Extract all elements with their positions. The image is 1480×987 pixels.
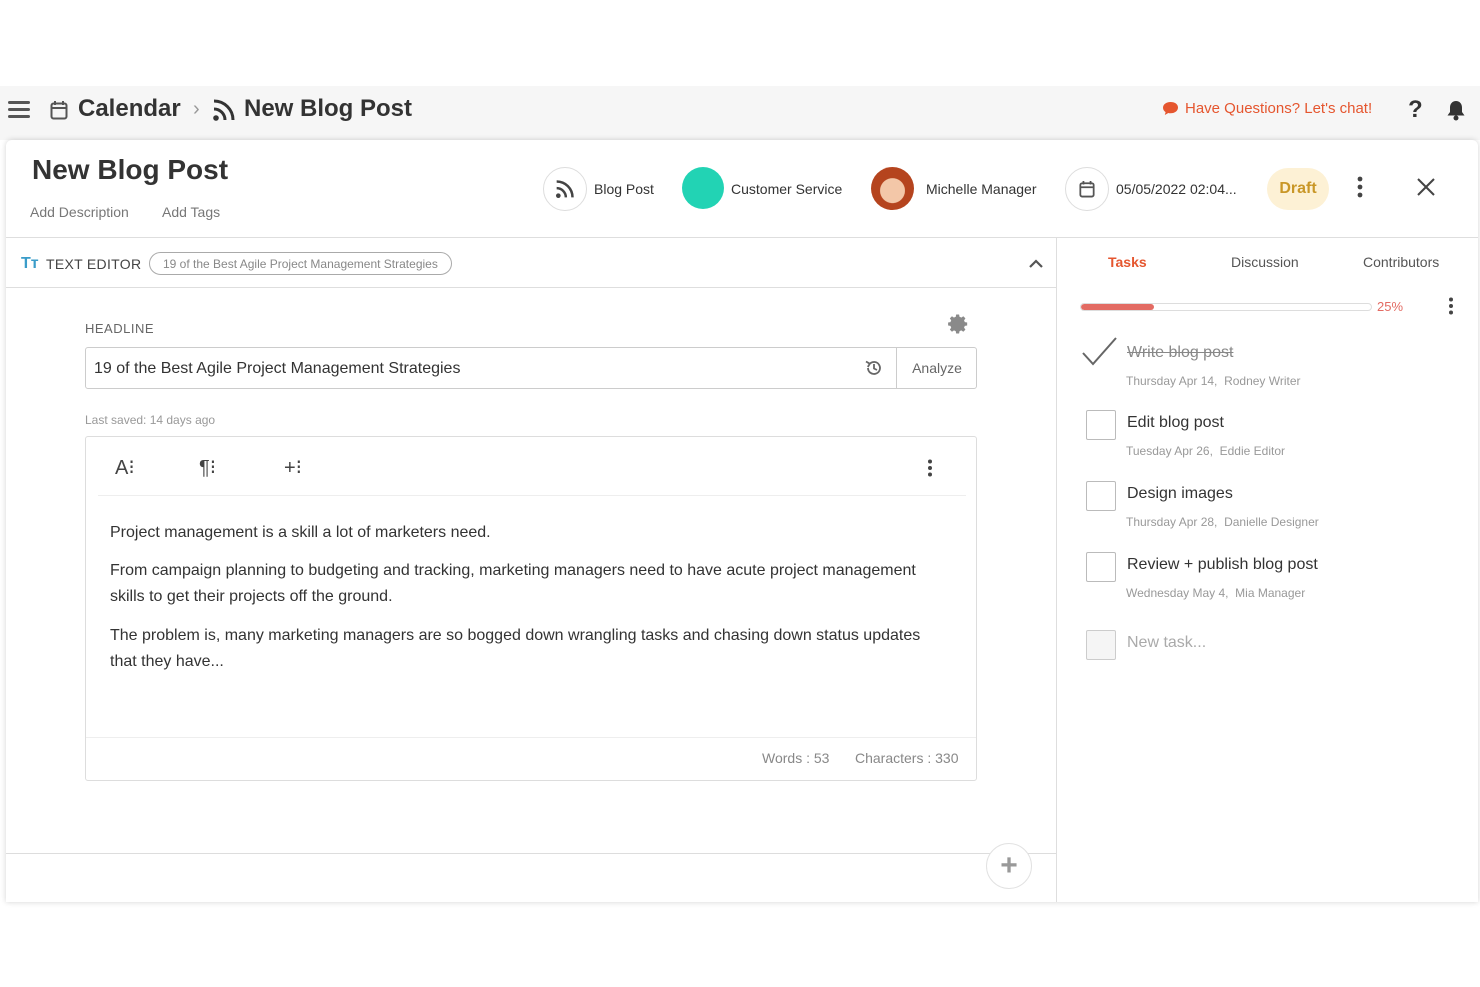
checkmark-icon[interactable] (1080, 336, 1120, 375)
task-checkbox[interactable] (1086, 481, 1116, 511)
panel-more-icon[interactable] (1448, 297, 1454, 320)
tab-discussion[interactable]: Discussion (1231, 254, 1299, 270)
task-title[interactable]: Design images (1127, 485, 1233, 503)
hamburger-menu-icon[interactable] (8, 101, 30, 119)
text-style-button[interactable]: A⁝ (115, 455, 135, 480)
divider (86, 737, 976, 738)
page-title[interactable]: New Blog Post (32, 154, 228, 186)
new-task-checkbox (1086, 630, 1116, 660)
status-badge[interactable]: Draft (1267, 168, 1329, 210)
task-item[interactable]: Design images Thursday Apr 28, Danielle … (1086, 481, 1446, 541)
tab-contributors[interactable]: Contributors (1363, 254, 1439, 270)
analyze-button[interactable]: Analyze (897, 348, 977, 388)
task-progress-bar (1080, 303, 1372, 311)
date-label[interactable]: 05/05/2022 02:04... (1116, 181, 1237, 197)
text-size-icon: Tт (21, 255, 39, 272)
owner-label[interactable]: Michelle Manager (926, 181, 1037, 197)
word-count: Words : 53 (762, 750, 830, 766)
task-progress-label: 25% (1377, 299, 1404, 314)
content-type-label[interactable]: Blog Post (594, 181, 654, 197)
content-type-button[interactable] (543, 167, 587, 211)
editor-paragraph[interactable]: From campaign planning to budgeting and … (110, 558, 930, 610)
text-editor-label: TEXT EDITOR (46, 256, 142, 272)
help-icon[interactable]: ? (1408, 96, 1423, 124)
calendar-icon (1079, 181, 1095, 198)
divider (6, 853, 1056, 854)
task-item[interactable]: Edit blog post Tuesday Apr 26, Eddie Edi… (1086, 410, 1446, 470)
rss-icon (212, 98, 236, 127)
task-item[interactable]: Write blog post Thursday Apr 14, Rodney … (1082, 337, 1446, 400)
chat-link-label: Have Questions? Let's chat! (1185, 100, 1373, 117)
chat-link[interactable]: Have Questions? Let's chat! (1162, 100, 1372, 117)
editor-paragraph[interactable]: Project management is a skill a lot of m… (110, 520, 930, 546)
chevron-up-icon[interactable] (1028, 256, 1044, 274)
content-card: New Blog Post Add Description Add Tags B… (6, 140, 1478, 902)
insert-button[interactable]: +⁝ (284, 455, 302, 480)
divider (1056, 237, 1057, 902)
breadcrumb-calendar[interactable]: Calendar (78, 95, 181, 123)
editor-paragraph[interactable]: The problem is, many marketing managers … (110, 623, 930, 675)
add-tags-link[interactable]: Add Tags (162, 204, 220, 220)
calendar-icon (50, 100, 68, 125)
editor-more-icon[interactable] (927, 459, 933, 482)
task-checkbox[interactable] (1086, 552, 1116, 582)
task-progress-fill (1081, 304, 1154, 310)
add-section-button[interactable]: + (986, 843, 1032, 889)
last-saved-text: Last saved: 14 days ago (85, 413, 216, 427)
breadcrumb-current: New Blog Post (244, 95, 413, 122)
gear-icon[interactable] (947, 313, 969, 340)
divider (6, 287, 1056, 288)
new-task-input[interactable]: New task... (1127, 634, 1206, 652)
rich-text-editor[interactable]: A⁝ ¶⁝ +⁝ Project management is a skill a… (85, 436, 977, 781)
headline-input-value[interactable]: 19 of the Best Agile Project Management … (94, 360, 460, 378)
headline-label: HEADLINE (85, 321, 155, 336)
task-meta: Tuesday Apr 26, Eddie Editor (1126, 444, 1285, 458)
chat-bubble-icon (1163, 102, 1178, 115)
team-color-dot[interactable] (682, 167, 724, 209)
task-title[interactable]: Edit blog post (1127, 414, 1224, 432)
task-meta: Thursday Apr 14, Rodney Writer (1126, 374, 1301, 388)
task-meta: Wednesday May 4, Mia Manager (1126, 586, 1306, 600)
task-checkbox[interactable] (1086, 410, 1116, 440)
bell-icon[interactable] (1446, 99, 1466, 126)
rss-icon (556, 180, 574, 198)
task-title[interactable]: Review + publish blog post (1127, 556, 1318, 574)
close-icon[interactable] (1416, 177, 1436, 202)
more-options-icon[interactable] (1356, 176, 1364, 203)
history-icon[interactable] (864, 358, 884, 383)
divider (98, 495, 966, 496)
breadcrumb-chevron-icon: › (193, 98, 200, 120)
team-label[interactable]: Customer Service (731, 181, 842, 197)
date-button[interactable] (1065, 167, 1109, 211)
avatar[interactable] (871, 167, 914, 210)
task-meta: Thursday Apr 28, Danielle Designer (1126, 515, 1319, 529)
divider (6, 237, 1478, 238)
task-title[interactable]: Write blog post (1127, 344, 1233, 362)
character-count: Characters : 330 (855, 750, 959, 766)
headline-input[interactable]: 19 of the Best Agile Project Management … (85, 347, 977, 389)
paragraph-button[interactable]: ¶⁝ (199, 455, 216, 480)
task-item[interactable]: Review + publish blog post Wednesday May… (1086, 552, 1446, 612)
headline-pill[interactable]: 19 of the Best Agile Project Management … (149, 252, 452, 275)
tab-tasks[interactable]: Tasks (1108, 254, 1147, 270)
add-description-link[interactable]: Add Description (30, 204, 129, 220)
top-bar: Calendar › New Blog Post Have Questions?… (0, 86, 1480, 140)
